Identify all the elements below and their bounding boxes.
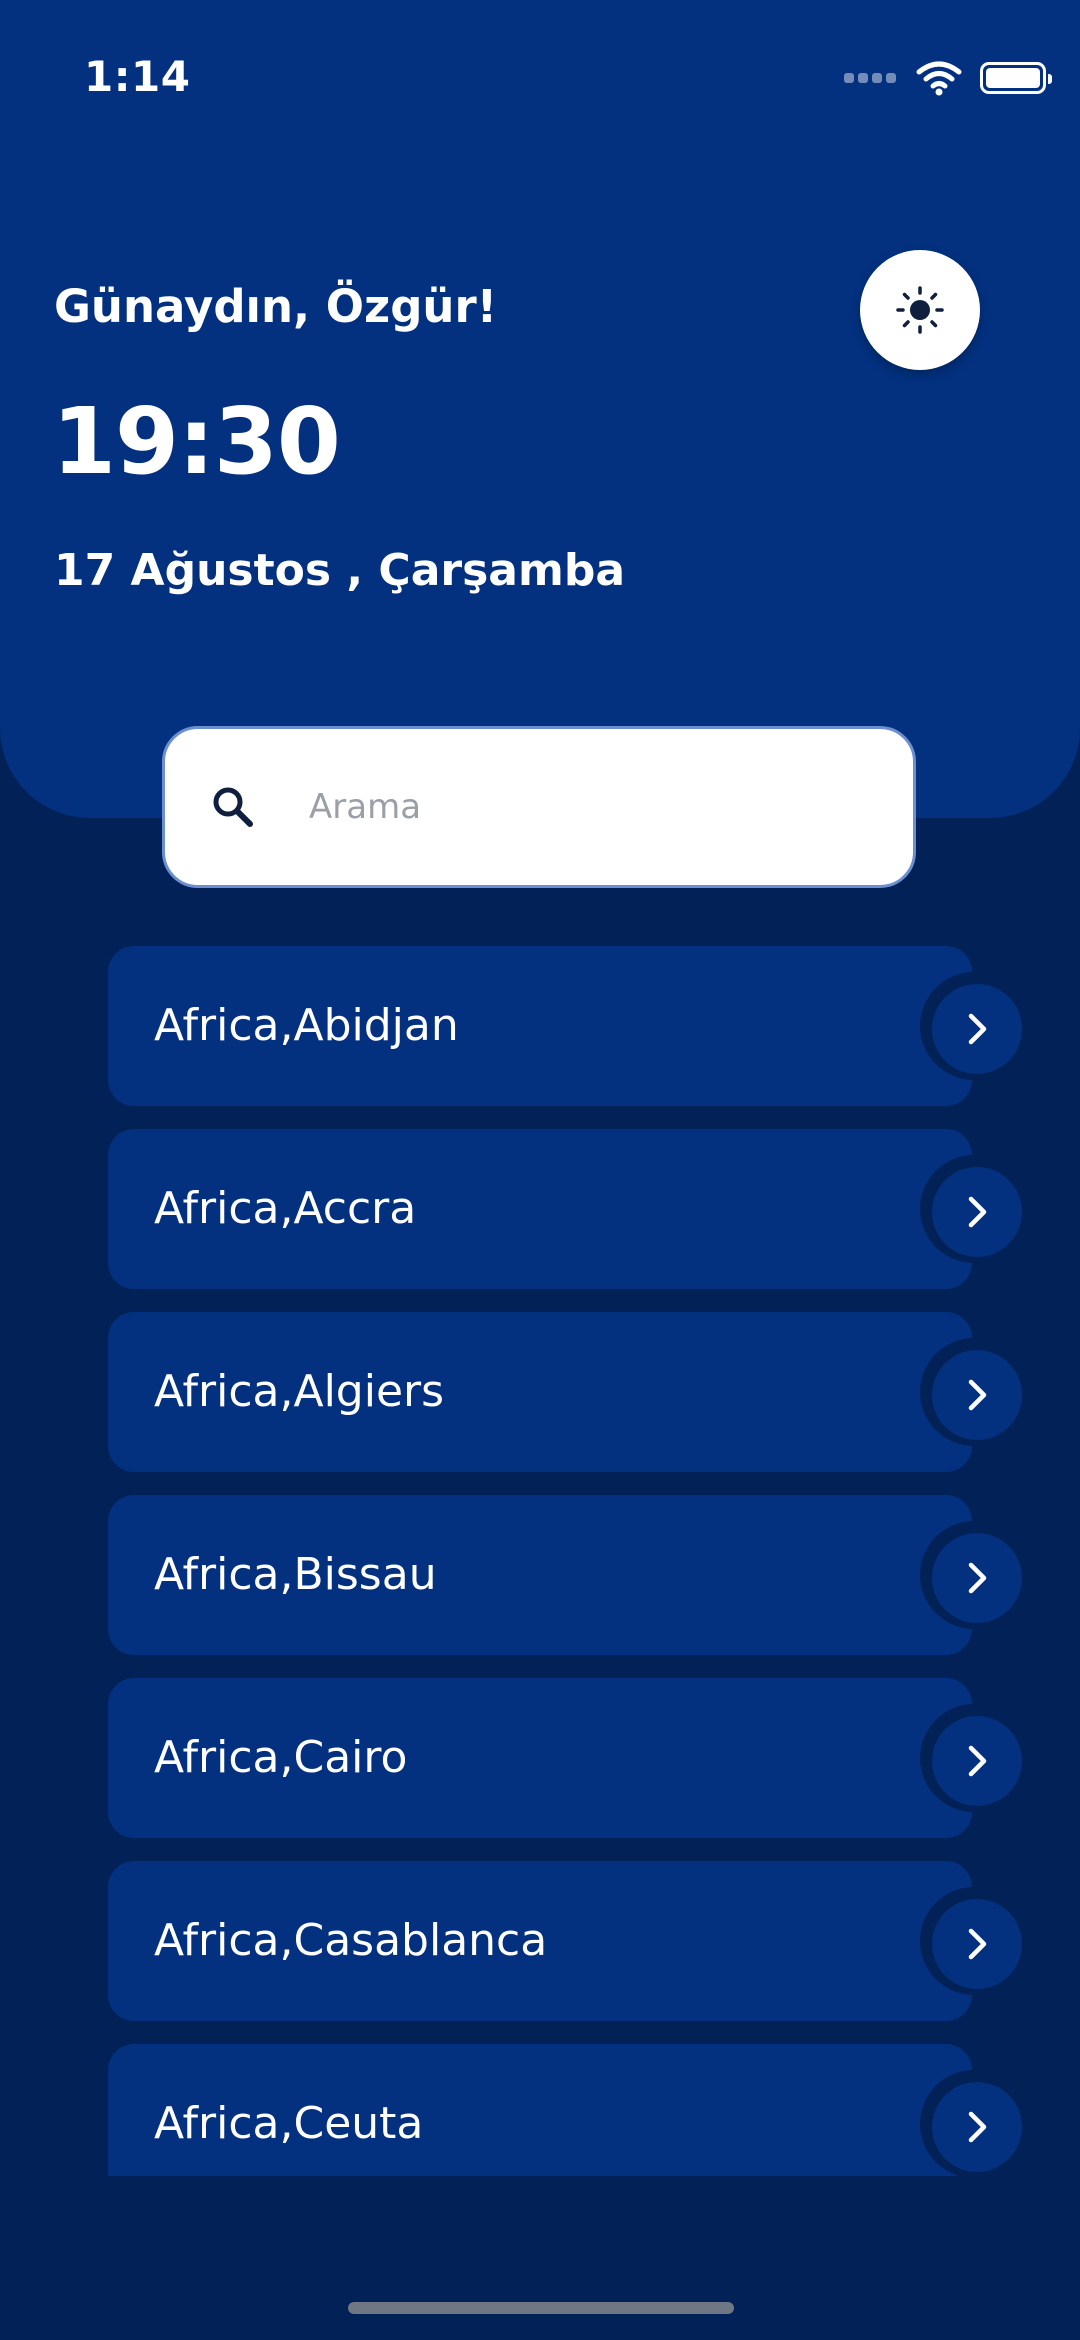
chevron-right-icon [968,1013,987,1045]
chevron-right-icon [968,1745,987,1777]
city-list-item[interactable]: Africa,Abidjan [108,946,1028,1106]
city-label: Africa,Accra [154,1183,417,1234]
theme-toggle-button[interactable] [860,250,980,370]
search-icon [213,787,253,827]
city-list-item[interactable]: Africa,Casablanca [108,1861,1028,2021]
open-city-button[interactable] [920,1155,1028,1263]
city-label: Africa,Abidjan [154,1000,459,1051]
battery-icon [980,62,1052,94]
city-list-item[interactable]: Africa,Accra [108,1129,1028,1289]
status-bar-icons [844,58,1052,98]
city-list: Africa,Abidjan Africa,Accra Africa,Algie… [108,946,1028,2176]
city-label: Africa,Algiers [154,1366,445,1417]
wifi-icon [916,61,962,96]
status-bar-time: 1:14 [84,52,191,101]
chevron-right-icon [968,2111,987,2143]
city-label: Africa,Ceuta [154,2098,424,2149]
chevron-right-icon [968,1379,987,1411]
open-city-button[interactable] [920,972,1028,1080]
city-list-item[interactable]: Africa,Algiers [108,1312,1028,1472]
chevron-right-icon [968,1196,987,1228]
current-time: 19:30 [52,388,341,495]
city-list-item[interactable]: Africa,Cairo [108,1678,1028,1838]
open-city-button[interactable] [920,1338,1028,1446]
open-city-button[interactable] [920,1704,1028,1812]
greeting-text: Günaydın, Özgür! [54,280,498,333]
chevron-right-icon [968,1928,987,1960]
search-input[interactable] [307,786,871,828]
city-list-item[interactable]: Africa,Bissau [108,1495,1028,1655]
open-city-button[interactable] [920,1521,1028,1629]
header-panel: 1:14 Günaydın, Özgür! 19:30 17 Ağustos ,… [0,0,1080,818]
chevron-right-icon [968,1562,987,1594]
search-bar[interactable] [162,726,916,888]
city-label: Africa,Casablanca [154,1915,548,1966]
open-city-button[interactable] [920,1887,1028,1995]
city-list-item[interactable]: Africa,Ceuta [108,2044,1028,2176]
current-date: 17 Ağustos , Çarşamba [54,545,626,596]
city-label: Africa,Cairo [154,1732,408,1783]
cellular-signal-icon [844,71,896,85]
home-indicator[interactable] [348,2302,734,2314]
city-label: Africa,Bissau [154,1549,437,1600]
sun-icon [896,286,944,334]
open-city-button[interactable] [920,2070,1028,2176]
